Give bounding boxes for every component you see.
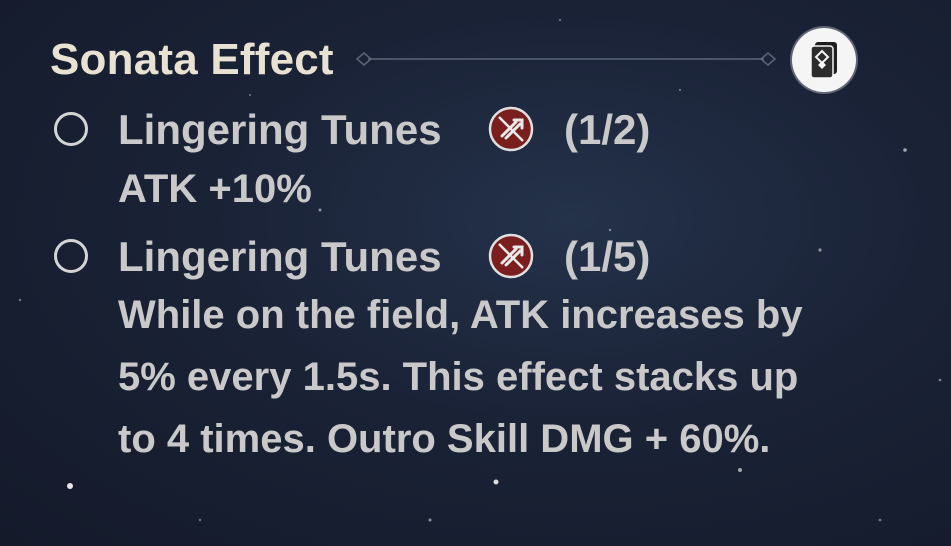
effect-radio[interactable] xyxy=(54,239,88,273)
set-inactive-icon xyxy=(488,106,534,152)
effect-description: While on the field, ATK increases by 5% … xyxy=(118,284,918,470)
effect-description-line: to 4 times. Outro Skill DMG + 60%. xyxy=(118,417,771,461)
card-glyph-icon xyxy=(810,42,837,79)
title-divider xyxy=(355,52,777,66)
effect-row: Lingering Tunes (1/2) xyxy=(54,104,914,156)
effect-piece-count: (1/2) xyxy=(564,106,651,153)
set-inactive-icon xyxy=(488,233,534,279)
effect-name: Lingering Tunes xyxy=(118,233,442,280)
panel-header: Sonata Effect xyxy=(50,28,870,92)
sonata-effect-panel: Sonata Effect Lingering Tunes (1/2) ATK … xyxy=(0,0,951,546)
effect-name: Lingering Tunes xyxy=(118,106,442,153)
echo-set-card-icon[interactable] xyxy=(792,28,856,92)
effect-row: Lingering Tunes (1/5) xyxy=(54,231,914,283)
effect-piece-count: (1/5) xyxy=(564,233,651,280)
effect-description-line: 5% every 1.5s. This effect stacks up xyxy=(118,355,799,399)
effect-radio[interactable] xyxy=(54,112,88,146)
effect-description: ATK +10% xyxy=(118,167,312,211)
effect-description-line: While on the field, ATK increases by xyxy=(118,293,803,337)
panel-title: Sonata Effect xyxy=(50,35,334,84)
